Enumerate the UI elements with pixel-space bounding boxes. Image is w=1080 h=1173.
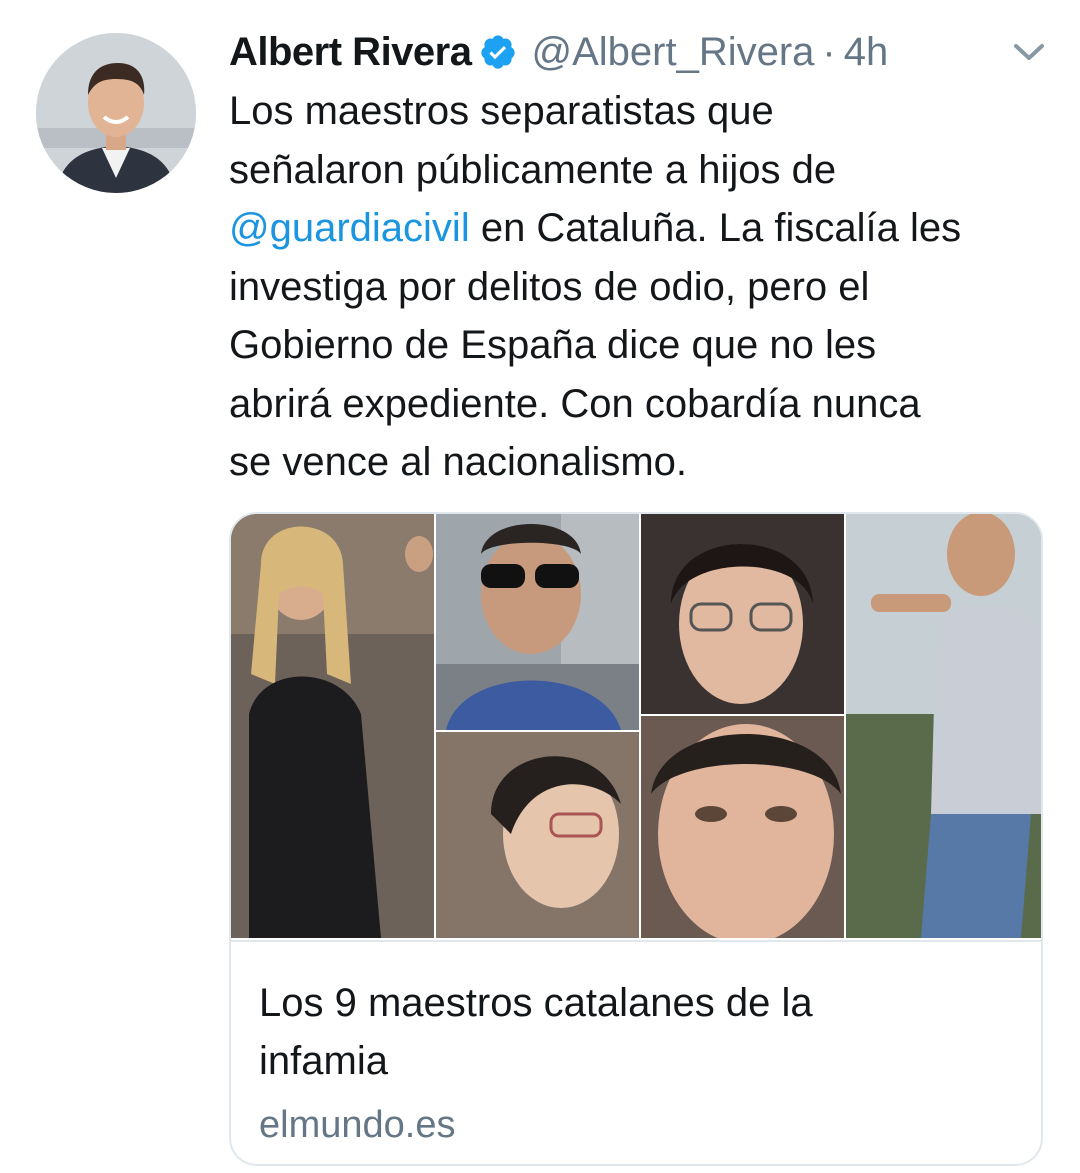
- card-domain: elmundo.es: [259, 1104, 456, 1146]
- verified-badge-icon: [479, 33, 517, 71]
- profile-photo: [36, 33, 196, 193]
- avatar[interactable]: [36, 33, 196, 193]
- tweet-text-line: señalaron públicamente a hijos de: [229, 147, 837, 192]
- tweet-text-line: @guardiacivil en Cataluña. La fiscalía l…: [229, 199, 1059, 258]
- tweet-text-line: Los maestros separatistas que: [229, 89, 774, 133]
- tweet-text-line: investiga por delitos de odio, pero el: [229, 264, 870, 309]
- tweet-text-fragment: en Cataluña. La fiscalía les: [469, 206, 962, 250]
- tweet[interactable]: Albert Rivera @Albert_Rivera · 4h Los ma…: [0, 0, 1080, 1173]
- mention-link[interactable]: @guardiacivil: [229, 206, 470, 250]
- tweet-text-line: Gobierno de España dice que no les: [229, 323, 877, 367]
- author-handle[interactable]: @Albert_Rivera: [531, 30, 814, 75]
- display-name[interactable]: Albert Rivera: [229, 30, 472, 75]
- tweet-text-line: se vence al nacionalismo.: [229, 440, 688, 484]
- card-title-line: Los 9 maestros catalanes de la: [259, 981, 813, 1025]
- tweet-header: Albert Rivera @Albert_Rivera · 4h: [229, 26, 888, 78]
- card-body[interactable]: Los 9 maestros catalanes de la infamia e…: [231, 940, 1041, 1152]
- chevron-down-icon[interactable]: [1012, 42, 1046, 64]
- separator-dot: ·: [822, 29, 836, 74]
- card-title-line: infamia: [259, 1039, 388, 1083]
- card-image[interactable]: [231, 514, 1041, 944]
- tweet-text: Los maestros separatistas que señalaron …: [229, 82, 1059, 492]
- card-title: Los 9 maestros catalanes de la infamia: [259, 974, 1013, 1090]
- tweet-timestamp[interactable]: 4h: [844, 30, 889, 75]
- tweet-text-line: abrirá expediente. Con cobardía nunca: [229, 381, 921, 426]
- link-card[interactable]: Los 9 maestros catalanes de la infamia e…: [229, 512, 1043, 1166]
- photo-collage: [231, 514, 1041, 944]
